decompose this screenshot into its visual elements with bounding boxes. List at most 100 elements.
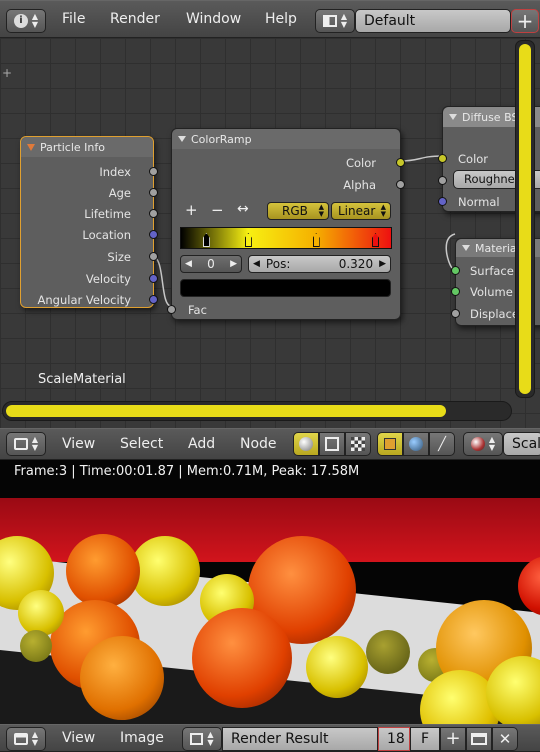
sphere: [192, 608, 292, 708]
world-shader-button[interactable]: [403, 432, 429, 456]
screen-layout-selector[interactable]: ▲ ▼: [315, 9, 355, 33]
image-editor-header: ▲ ▼ View Image ▲ ▼ Render Result 18 F + ✕: [0, 724, 540, 752]
object-shader-button[interactable]: [377, 432, 403, 456]
fake-user-button[interactable]: F: [410, 727, 440, 751]
sphere: [18, 590, 64, 636]
particle-info-header[interactable]: Particle Info: [21, 137, 153, 157]
collapse-triangle-icon[interactable]: [462, 245, 470, 251]
image-slot-field[interactable]: 18: [378, 727, 410, 751]
chevron-updown-icon: ▲ ▼: [340, 12, 348, 29]
socket-color-out[interactable]: [396, 158, 405, 167]
menu-file[interactable]: File: [62, 1, 85, 37]
texture-nodes-button[interactable]: [345, 432, 371, 456]
image-browse-button[interactable]: ▲ ▼: [182, 727, 222, 751]
node-editor-header: ▲ ▼ View Select Add Node ╱ ▲ ▼ Scal: [0, 428, 540, 460]
chevron-updown-icon: ▲ ▼: [380, 203, 386, 218]
shader-nodes-button[interactable]: [293, 432, 319, 456]
socket-displacement-in[interactable]: [451, 309, 460, 318]
material-name-field[interactable]: Scal: [503, 432, 540, 456]
chevron-left-icon[interactable]: ◀: [185, 259, 192, 269]
node-editor-horizontal-scrollbar[interactable]: [2, 401, 512, 421]
screen-layout-icon: [322, 15, 337, 27]
color-ramp-node[interactable]: ColorRamp Color Alpha + − ↔ RGB ▲ ▼ Linea…: [167, 128, 405, 320]
menu-window[interactable]: Window: [186, 1, 241, 37]
chevron-right-icon[interactable]: ▶: [379, 259, 386, 269]
plus-icon: +: [445, 728, 461, 749]
editor-type-button[interactable]: ▲ ▼: [6, 432, 46, 456]
horizontal-scrollbar-thumb[interactable]: [6, 405, 446, 417]
folder-icon: [471, 733, 487, 745]
menu-view[interactable]: View: [62, 429, 95, 459]
chevron-right-icon[interactable]: ▶: [230, 259, 237, 269]
node-editor-canvas[interactable]: + Particle Info Index Age Lifetime Locat…: [0, 38, 540, 428]
menu-node[interactable]: Node: [240, 429, 277, 459]
socket-normal-in[interactable]: [438, 197, 447, 206]
socket-size[interactable]: [149, 252, 158, 261]
material-browse-button[interactable]: ▲ ▼: [463, 432, 503, 456]
vertical-scrollbar-thumb[interactable]: [519, 44, 531, 394]
color-ramp-header[interactable]: ColorRamp: [172, 129, 400, 149]
input-fac-label: Fac: [188, 303, 207, 317]
socket-location[interactable]: [149, 230, 158, 239]
stop-color-swatch[interactable]: [180, 279, 391, 297]
socket-lifetime[interactable]: [149, 209, 158, 218]
menu-add[interactable]: Add: [188, 429, 215, 459]
add-stop-button[interactable]: +: [185, 201, 198, 219]
socket-angular-velocity[interactable]: [149, 295, 158, 304]
add-screen-button[interactable]: +: [511, 9, 539, 33]
brush-icon: ╱: [438, 436, 446, 452]
chevron-updown-icon: ▲ ▼: [31, 12, 39, 29]
screen-layout-name-field[interactable]: Default: [355, 9, 511, 33]
diffuse-bsdf-title: Diffuse BS: [462, 110, 519, 124]
particle-info-node[interactable]: Particle Info Index Age Lifetime Locatio…: [20, 136, 158, 308]
menu-select[interactable]: Select: [120, 429, 163, 459]
socket-age[interactable]: [149, 188, 158, 197]
menu-help[interactable]: Help: [265, 1, 297, 37]
color-stop-marker[interactable]: [202, 233, 210, 247]
cube-icon: [384, 438, 396, 450]
socket-alpha-out[interactable]: [396, 180, 405, 189]
output-lifetime-label: Lifetime: [84, 207, 131, 221]
output-color-label: Color: [345, 156, 376, 170]
render-result-view[interactable]: Frame:3 | Time:00:01.87 | Mem:0.71M, Pea…: [0, 460, 540, 724]
color-stop-marker[interactable]: [312, 233, 320, 247]
material-output-title: Materia: [475, 241, 517, 255]
remove-stop-button[interactable]: −: [211, 201, 224, 219]
active-stop-index-field[interactable]: ◀ 0 ▶: [180, 255, 242, 273]
output-location-label: Location: [82, 228, 131, 242]
collapse-triangle-icon[interactable]: [27, 143, 35, 151]
color-mode-dropdown[interactable]: RGB ▲ ▼: [267, 202, 329, 220]
color-stop-marker[interactable]: [372, 233, 380, 247]
interpolation-dropdown[interactable]: Linear ▲ ▼: [331, 202, 391, 220]
new-image-button[interactable]: +: [440, 727, 466, 751]
world-globe-icon: [409, 437, 423, 451]
socket-roughness-in[interactable]: [438, 176, 447, 185]
node-editor-vertical-scrollbar[interactable]: [515, 40, 535, 398]
socket-velocity[interactable]: [149, 274, 158, 283]
socket-fac-in[interactable]: [167, 305, 176, 314]
compositing-nodes-button[interactable]: [319, 432, 345, 456]
sphere: [66, 534, 140, 608]
socket-index[interactable]: [149, 167, 158, 176]
open-image-button[interactable]: [466, 727, 492, 751]
menu-image[interactable]: Image: [120, 725, 164, 751]
active-stop-index-value: 0: [207, 257, 215, 271]
collapse-triangle-icon[interactable]: [178, 136, 186, 142]
menu-render[interactable]: Render: [110, 1, 160, 37]
unlink-image-button[interactable]: ✕: [492, 727, 518, 751]
menu-view[interactable]: View: [62, 725, 95, 751]
info-editor-button[interactable]: i ▲ ▼: [6, 9, 46, 33]
chevron-left-icon[interactable]: ◀: [253, 259, 260, 269]
color-stop-marker[interactable]: [244, 233, 252, 247]
image-name-field[interactable]: Render Result: [222, 727, 378, 751]
input-surface-label: Surface: [470, 264, 514, 278]
linestyle-shader-button[interactable]: ╱: [429, 432, 455, 456]
stop-position-field[interactable]: ◀ Pos: 0.320 ▶: [248, 255, 391, 273]
flip-ramp-button[interactable]: ↔: [237, 201, 249, 217]
image-icon: [190, 733, 204, 745]
socket-volume-in[interactable]: [451, 287, 460, 296]
socket-color-in[interactable]: [438, 154, 447, 163]
socket-surface-in[interactable]: [451, 266, 460, 275]
collapse-triangle-icon[interactable]: [449, 114, 457, 120]
editor-type-button[interactable]: ▲ ▼: [6, 727, 46, 751]
